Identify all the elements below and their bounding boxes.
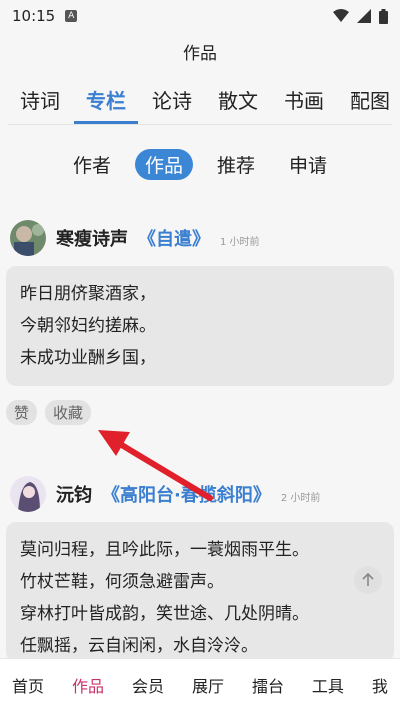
poem-line: 穿林打叶皆成韵，笑世途、几处阴晴。: [20, 604, 309, 624]
subtab-apply[interactable]: 申请: [279, 149, 337, 180]
tab-prose[interactable]: 散文: [214, 75, 262, 124]
status-bar: 10:15 A: [0, 0, 400, 32]
tab-calligraphy[interactable]: 书画: [280, 75, 328, 124]
post-card: 沅钧 《高阳台·春揽斜阳》 2 小时前 莫问归程，且吟此际，一蓑烟雨平生。 竹杖…: [0, 474, 400, 662]
post-header: 沅钧 《高阳台·春揽斜阳》 2 小时前: [0, 474, 400, 514]
tab-poetry-review[interactable]: 论诗: [148, 75, 196, 124]
poem-card[interactable]: 昨日朋侪聚酒家， 今朝邻妇约搓麻。 未成功业酬乡国，: [6, 266, 394, 386]
subtab-recommend[interactable]: 推荐: [207, 149, 265, 180]
post-time: 2 小时前: [280, 492, 321, 504]
scroll-top-button[interactable]: [354, 566, 382, 594]
arrow-up-icon: [362, 573, 374, 586]
poem-card[interactable]: 莫问归程，且吟此际，一蓑烟雨平生。 竹杖芒鞋，何须急避雷声。 穿林打叶皆成韵，笑…: [6, 522, 394, 662]
nav-membership[interactable]: 会员: [132, 673, 164, 697]
page-title: 作品: [183, 44, 217, 64]
subtab-author[interactable]: 作者: [63, 149, 121, 180]
poem-line: 今朝邻妇约搓麻。: [20, 316, 156, 336]
bottom-nav: 首页 作品 会员 展厅 擂台 工具 我: [0, 658, 400, 710]
notification-icon: A: [65, 10, 78, 22]
poem-line: 未成功业酬乡国，: [20, 348, 156, 368]
tabs-divider: [8, 124, 392, 125]
work-title[interactable]: 《高阳台·春揽斜阳》: [102, 481, 271, 507]
poem-line: 莫问归程，且吟此际，一蓑烟雨平生。: [20, 540, 309, 560]
work-title[interactable]: 《自遣》: [138, 225, 210, 251]
category-tabs: 诗词 专栏 论诗 散文 书画 配图: [0, 74, 400, 124]
author-name[interactable]: 沅钧: [56, 481, 92, 507]
post-card: 寒瘦诗声 《自遣》 1 小时前 昨日朋侪聚酒家， 今朝邻妇约搓麻。 未成功业酬乡…: [0, 218, 400, 425]
nav-arena[interactable]: 擂台: [252, 673, 284, 697]
avatar[interactable]: [10, 476, 46, 512]
subtab-works[interactable]: 作品: [134, 149, 193, 180]
nav-gallery[interactable]: 展厅: [192, 673, 224, 697]
nav-me[interactable]: 我: [372, 673, 388, 697]
poem-line: 竹杖芒鞋，何须急避雷声。: [20, 572, 224, 592]
sub-tabs: 作者 作品 推荐 申请: [0, 149, 400, 180]
status-time: 10:15: [12, 7, 56, 25]
signal-icon: [357, 9, 371, 23]
author-name[interactable]: 寒瘦诗声: [56, 225, 128, 251]
post-actions: 赞 收藏: [0, 400, 400, 425]
nav-home[interactable]: 首页: [12, 673, 44, 697]
tab-column[interactable]: 专栏: [74, 75, 138, 124]
nav-tools[interactable]: 工具: [312, 673, 344, 697]
wifi-icon: [333, 9, 349, 22]
post-header: 寒瘦诗声 《自遣》 1 小时前: [0, 218, 400, 258]
battery-icon: [379, 8, 388, 24]
tab-poetry[interactable]: 诗词: [16, 75, 64, 124]
nav-works[interactable]: 作品: [72, 673, 104, 697]
post-time: 1 小时前: [220, 236, 260, 248]
tab-illustration[interactable]: 配图: [346, 75, 394, 124]
like-button[interactable]: 赞: [6, 400, 38, 425]
poem-line: 昨日朋侪聚酒家，: [20, 284, 156, 304]
collect-button[interactable]: 收藏: [45, 400, 92, 425]
avatar[interactable]: [10, 220, 46, 256]
